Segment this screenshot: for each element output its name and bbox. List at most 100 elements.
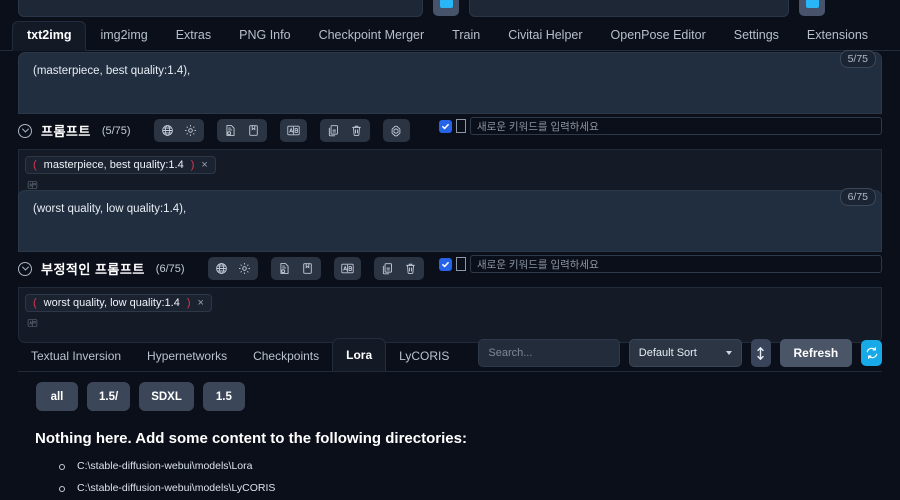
chip-close-paren: ) xyxy=(186,297,191,309)
tab-train[interactable]: Train xyxy=(438,22,494,50)
negative-prompt-block: 6/75 (worst quality, low quality:1.4), 부… xyxy=(18,188,882,343)
prompt-count: (5/75) xyxy=(101,124,131,137)
translate-ab-icon[interactable] xyxy=(337,259,358,278)
chip-open-paren: ( xyxy=(33,159,37,171)
negative-prompt-count: (6/75) xyxy=(155,262,185,275)
negative-prompt-textarea[interactable]: (worst quality, low quality:1.4), xyxy=(18,190,882,252)
sort-dropdown-value: Default Sort xyxy=(638,347,697,359)
prompt-toolbar: 프롬프트 (5/75) 새로운 키워드를 입력하세요 xyxy=(18,117,882,144)
keyword-input[interactable]: 새로운 키워드를 입력하세요 xyxy=(470,117,882,135)
list-item: C:\stable-diffusion-webui\models\LyCORIS xyxy=(57,482,855,494)
icon-group-ab xyxy=(333,257,361,280)
icon-group-copy-delete xyxy=(373,257,424,280)
blue-square-icon xyxy=(805,0,819,8)
icon-group-copy-delete xyxy=(319,119,370,142)
extra-networks-tabs: Textual Inversion Hypernetworks Checkpoi… xyxy=(18,334,462,372)
list-item: C:\stable-diffusion-webui\models\Lora xyxy=(57,460,855,472)
refresh-button[interactable]: Refresh xyxy=(779,339,853,367)
negative-prompt-toolbar: 부정적인 프롬프트 (6/75) 새로운 키워드를 입력하세요 xyxy=(18,255,882,282)
filter-15slash-button[interactable]: 1.5/ xyxy=(87,382,131,411)
chip-close-paren: ) xyxy=(190,159,195,171)
globe-icon[interactable] xyxy=(157,121,178,140)
openai-spiral-icon[interactable] xyxy=(386,121,407,140)
top-blue-button-2[interactable] xyxy=(799,0,825,16)
tab-img2img[interactable]: img2img xyxy=(86,22,161,50)
icon-group-translate xyxy=(207,257,258,280)
top-blue-button-1[interactable] xyxy=(433,0,459,16)
sort-dropdown[interactable]: Default Sort xyxy=(628,339,743,367)
chip-text: worst quality, low quality:1.4 xyxy=(43,297,180,309)
top-partial-row xyxy=(0,0,900,18)
tab-civitai-helper[interactable]: Civitai Helper xyxy=(494,22,596,50)
globe-icon[interactable] xyxy=(211,259,232,278)
negative-keyword-chip[interactable]: ( worst quality, low quality:1.4) × xyxy=(25,294,212,312)
top-input-field-1[interactable] xyxy=(18,0,423,17)
document-search-icon[interactable] xyxy=(274,259,295,278)
sort-direction-button[interactable] xyxy=(751,339,771,367)
tab-lora[interactable]: Lora xyxy=(332,338,387,372)
gear-icon[interactable] xyxy=(234,259,255,278)
tab-extras[interactable]: Extras xyxy=(162,22,225,50)
keyword-checkbox[interactable] xyxy=(439,119,452,133)
tab-settings[interactable]: Settings xyxy=(720,22,793,50)
trash-icon[interactable] xyxy=(400,259,421,278)
tab-checkpoints[interactable]: Checkpoints xyxy=(240,340,332,372)
prompt-keyword-chip[interactable]: ( masterpiece, best quality:1.4) × xyxy=(25,156,216,174)
bookmark-icon[interactable] xyxy=(243,121,264,140)
keyword-input[interactable]: 새로운 키워드를 입력하세요 xyxy=(470,255,882,273)
tab-txt2img[interactable]: txt2img xyxy=(12,21,87,51)
tab-lycoris[interactable]: LyCORIS xyxy=(386,340,462,372)
chevron-down-icon[interactable] xyxy=(18,123,32,138)
webui-page: txt2img img2img Extras PNG Info Checkpoi… xyxy=(0,0,900,500)
filter-button-row: all 1.5/ SDXL 1.5 xyxy=(36,382,245,411)
translate-ab-icon[interactable] xyxy=(283,121,304,140)
main-tab-bar: txt2img img2img Extras PNG Info Checkpoi… xyxy=(0,20,900,51)
negative-prompt-title: 부정적인 프롬프트 xyxy=(41,262,145,277)
chevron-down-icon[interactable] xyxy=(18,261,32,276)
search-input[interactable]: Search... xyxy=(478,339,620,367)
tab-textual-inversion[interactable]: Textual Inversion xyxy=(18,340,134,372)
chevron-down-icon xyxy=(726,351,733,355)
icon-group-ab xyxy=(279,119,307,142)
copy-icon[interactable] xyxy=(377,259,398,278)
gear-icon[interactable] xyxy=(180,121,201,140)
chip-open-paren: ( xyxy=(33,297,37,309)
sync-refresh-button[interactable] xyxy=(861,340,883,366)
trash-icon[interactable] xyxy=(346,121,367,140)
keyword-entry-area: 새로운 키워드를 입력하세요 xyxy=(439,255,882,273)
icon-group-document xyxy=(270,257,321,280)
prompt-block: 5/75 (masterpiece, best quality:1.4), 프롬… xyxy=(18,50,882,205)
bookmark-icon[interactable] xyxy=(297,259,318,278)
copy-icon[interactable] xyxy=(323,121,344,140)
chip-text: masterpiece, best quality:1.4 xyxy=(43,159,184,171)
chip-remove-button[interactable]: × xyxy=(197,297,203,309)
chip-remove-button[interactable]: × xyxy=(201,159,207,171)
chip-translate-icon[interactable] xyxy=(27,315,875,333)
tab-checkpoint-merger[interactable]: Checkpoint Merger xyxy=(305,22,439,50)
keyword-checkbox[interactable] xyxy=(439,257,452,271)
tab-hypernetworks[interactable]: Hypernetworks xyxy=(134,340,240,372)
extra-networks-bar: Textual Inversion Hypernetworks Checkpoi… xyxy=(18,334,883,372)
prompt-token-counter: 5/75 xyxy=(839,50,876,68)
prompt-textarea[interactable]: (masterpiece, best quality:1.4), xyxy=(18,52,882,114)
keyword-entry-area: 새로운 키워드를 입력하세요 xyxy=(439,117,882,135)
prompt-title: 프롬프트 xyxy=(41,124,91,139)
icon-group-translate xyxy=(153,119,204,142)
extra-networks-divider xyxy=(18,371,882,372)
directory-list: C:\stable-diffusion-webui\models\Lora C:… xyxy=(57,460,855,494)
tab-extensions[interactable]: Extensions xyxy=(793,22,882,50)
filter-15-button[interactable]: 1.5 xyxy=(202,382,245,411)
negative-prompt-token-counter: 6/75 xyxy=(839,188,876,206)
tab-openpose-editor[interactable]: OpenPose Editor xyxy=(597,22,720,50)
document-search-icon[interactable] xyxy=(220,121,241,140)
text-cursor-icon xyxy=(456,119,466,133)
empty-state-heading: Nothing here. Add some content to the fo… xyxy=(35,430,467,447)
top-input-field-2[interactable] xyxy=(469,0,789,17)
text-cursor-icon xyxy=(456,257,466,271)
icon-group-openai xyxy=(382,119,410,142)
filter-all-button[interactable]: all xyxy=(36,382,78,411)
tab-png-info[interactable]: PNG Info xyxy=(225,22,304,50)
icon-group-document xyxy=(216,119,267,142)
blue-square-icon xyxy=(439,0,453,8)
filter-sdxl-button[interactable]: SDXL xyxy=(139,382,194,411)
